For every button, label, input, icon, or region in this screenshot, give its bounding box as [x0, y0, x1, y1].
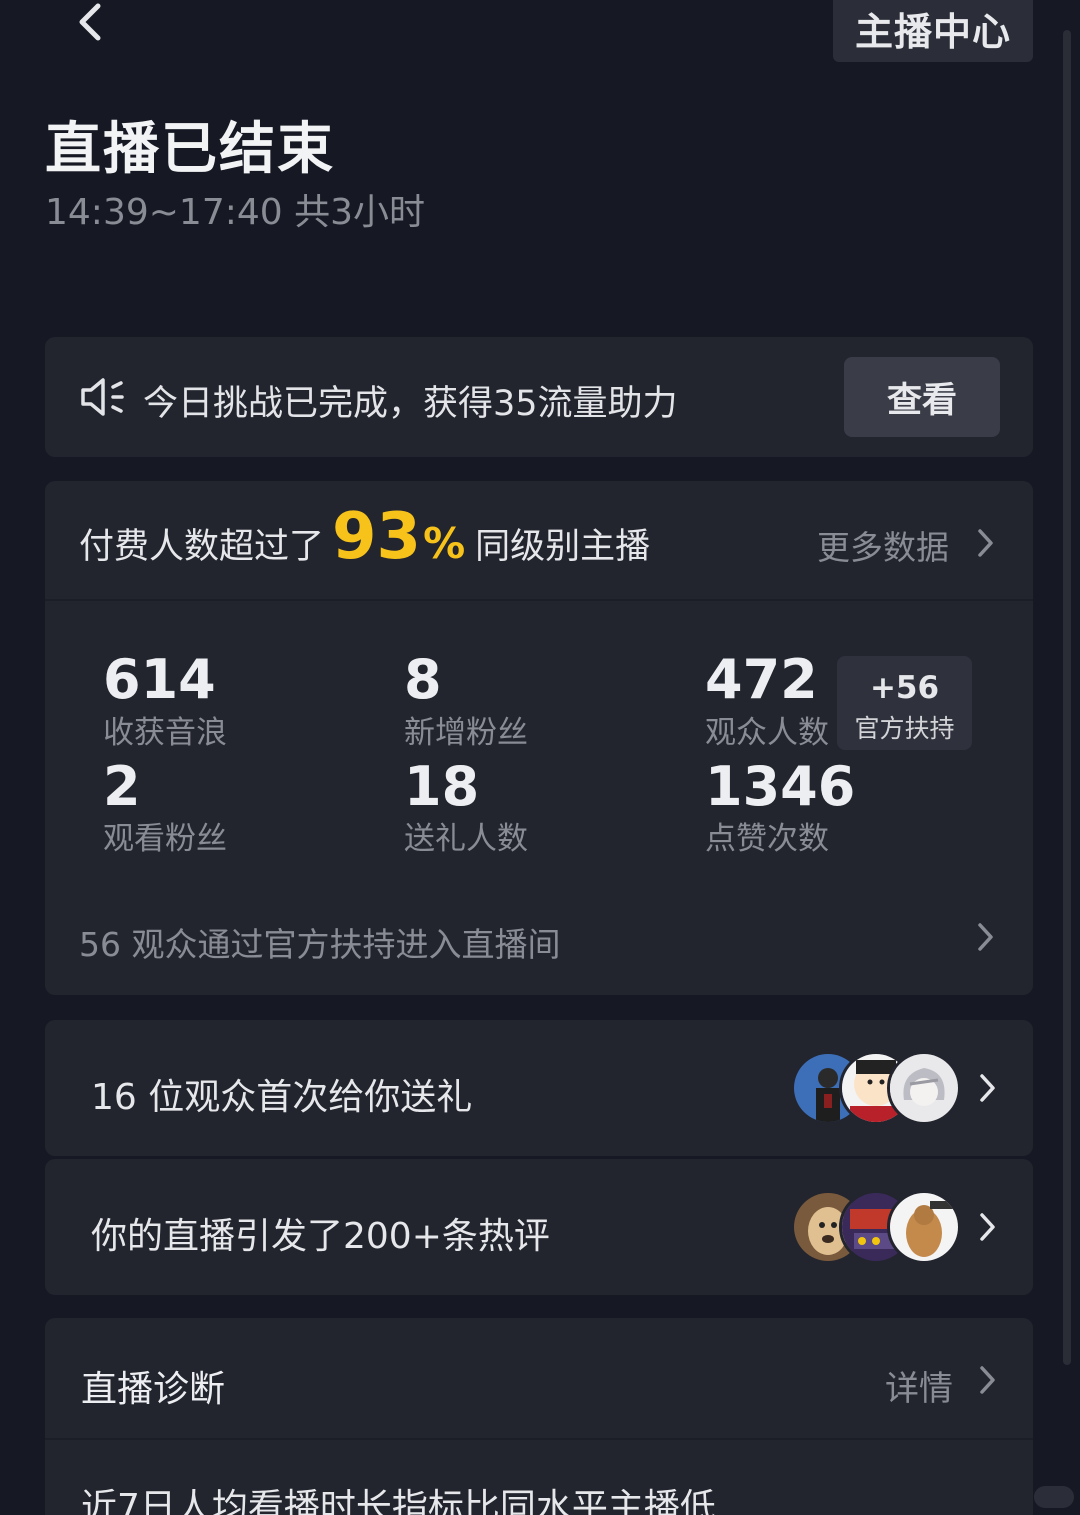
page-title: 直播已结束 — [45, 117, 335, 182]
avatar — [887, 1051, 961, 1125]
chevron-right-icon[interactable] — [977, 1363, 999, 1397]
stat-value-new-fans: 8 — [404, 648, 442, 711]
first-gift-text: 16 位观众首次给你送礼 — [91, 1077, 473, 1118]
back-button[interactable] — [62, 0, 122, 54]
official-support-label: 官方扶持 — [854, 714, 955, 743]
stat-value-likes: 1346 — [705, 755, 856, 818]
challenge-text: 今日挑战已完成，获得35流量助力 — [143, 384, 678, 424]
pay-rank-line: 付费人数超过了 93 % 同级别主播 — [79, 505, 650, 569]
challenge-card: 今日挑战已完成，获得35流量助力 查看 — [45, 337, 1033, 457]
stat-value-viewers: 472 — [705, 648, 818, 711]
chevron-left-icon — [79, 3, 101, 41]
pay-rank-percent-unit: % — [423, 519, 466, 568]
live-time-range: 14:39~17:40 共3小时 — [45, 192, 426, 233]
watermark-logo — [1034, 1486, 1074, 1508]
view-button[interactable]: 查看 — [844, 357, 1000, 437]
gifter-avatars — [791, 1051, 961, 1125]
pay-rank-suffix: 同级别主播 — [475, 527, 651, 567]
stats-header: 付费人数超过了 93 % 同级别主播 更多数据 — [45, 481, 1033, 601]
scrollbar[interactable] — [1063, 30, 1071, 1365]
official-support-badge: +56 官方扶持 — [837, 656, 972, 750]
stat-value-sound-waves: 614 — [103, 648, 216, 711]
first-gift-row[interactable]: 16 位观众首次给你送礼 — [45, 1020, 1033, 1156]
stat-label-likes: 点赞次数 — [705, 821, 829, 857]
commenter-avatars — [791, 1190, 961, 1264]
stat-label-new-fans: 新增粉丝 — [404, 715, 528, 751]
stat-label-watching-fans: 观看粉丝 — [103, 821, 227, 857]
stat-label-sound-waves: 收获音浪 — [103, 715, 227, 751]
avatar — [887, 1190, 961, 1264]
chevron-right-icon[interactable] — [977, 1210, 999, 1244]
anchor-center-button[interactable]: 主播中心 — [833, 0, 1033, 62]
pay-rank-prefix: 付费人数超过了 — [79, 527, 325, 567]
chevron-right-icon[interactable] — [975, 920, 997, 954]
hot-comments-row[interactable]: 你的直播引发了200+条热评 — [45, 1159, 1033, 1295]
stat-label-viewers: 观众人数 — [705, 715, 829, 751]
diagnosis-title: 直播诊断 — [81, 1369, 226, 1410]
stat-label-gifters: 送礼人数 — [404, 821, 528, 857]
diagnosis-detail-link[interactable]: 详情 — [885, 1361, 953, 1410]
stat-value-watching-fans: 2 — [103, 755, 141, 818]
official-support-line[interactable]: 56 观众通过官方扶持进入直播间 — [79, 918, 560, 966]
chevron-right-icon[interactable] — [977, 1071, 999, 1105]
chevron-right-icon[interactable] — [975, 526, 997, 560]
stat-value-gifters: 18 — [404, 755, 480, 818]
stats-card: 付费人数超过了 93 % 同级别主播 更多数据 614 收获音浪 8 新增粉丝 … — [45, 481, 1033, 995]
official-support-count: +56 — [869, 670, 940, 706]
pay-rank-percent: 93 — [332, 500, 422, 574]
diagnosis-card: 直播诊断 详情 近7日人均看播时长指标比同水平主播低 — [45, 1318, 1033, 1515]
hot-comments-text: 你的直播引发了200+条热评 — [91, 1216, 550, 1257]
more-data-link[interactable]: 更多数据 — [817, 521, 949, 569]
diagnosis-header: 直播诊断 详情 — [45, 1318, 1033, 1440]
diagnosis-text: 近7日人均看播时长指标比同水平主播低 — [81, 1487, 716, 1515]
live-ended-page: 主播中心 直播已结束 14:39~17:40 共3小时 今日挑战已完成，获得35… — [0, 0, 1080, 1515]
speaker-icon — [81, 378, 124, 416]
